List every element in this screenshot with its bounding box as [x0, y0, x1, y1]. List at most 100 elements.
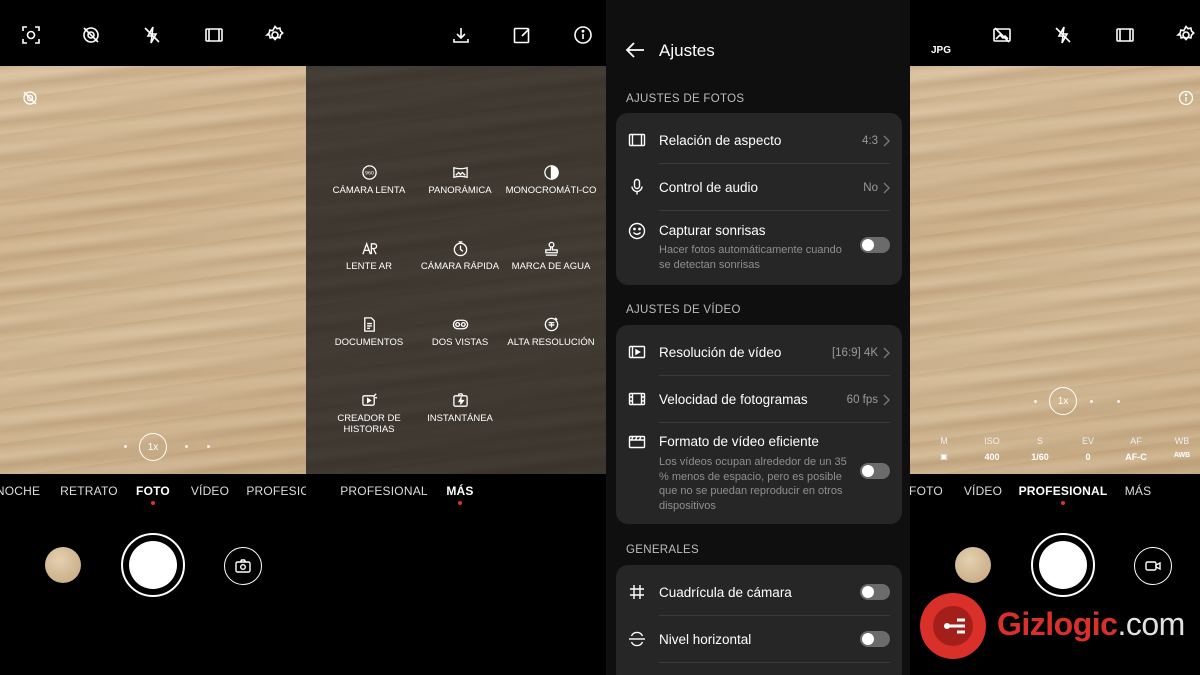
efficient-description: Los vídeos ocupan alrededor de un 35 % m…	[659, 456, 847, 512]
row-frame-rate[interactable]: Velocidad de fotogramas 60 fps	[616, 376, 902, 422]
zoom-button[interactable]: 1x	[139, 433, 167, 461]
photo-filter-icon[interactable]	[991, 24, 1013, 46]
panorama-icon	[452, 166, 468, 178]
gizlogic-logo-icon	[920, 593, 986, 659]
pro-param-iso[interactable]: ISO 400	[984, 436, 1000, 462]
aspect-ratio-icon[interactable]	[203, 24, 225, 46]
ar-lens-icon	[361, 241, 377, 254]
aspect-ratio-icon[interactable]	[1114, 24, 1136, 46]
mode-video[interactable]: VÍDEO	[964, 484, 1002, 498]
row-aspect-ratio[interactable]: Relación de aspecto 4:3	[616, 113, 902, 163]
more-modes-screen: 960 CÁMARA LENTA PANORÁMICA MONOCROMÁTI-…	[306, 0, 606, 675]
smile-toggle[interactable]	[860, 237, 890, 253]
horizontal-level-toggle[interactable]	[860, 631, 890, 647]
gallery-thumbnail[interactable]	[955, 547, 991, 583]
active-mode-dot	[458, 501, 462, 505]
monochrome-icon	[543, 164, 559, 180]
edit-icon[interactable]	[511, 24, 533, 46]
motion-photo-off-icon[interactable]	[80, 24, 102, 46]
flash-off-icon[interactable]	[1052, 24, 1074, 46]
more-top-bar	[306, 0, 606, 66]
grid-hash-icon	[628, 583, 646, 601]
ai-scene-icon[interactable]	[20, 24, 42, 46]
mode-lente-ar[interactable]: LENTE AR	[319, 238, 419, 272]
chevron-right-icon	[883, 182, 890, 194]
high-res-icon	[544, 316, 558, 331]
active-mode-dot	[1061, 501, 1065, 505]
shutter-button[interactable]	[121, 533, 185, 597]
mode-panoramica[interactable]: PANORÁMICA	[410, 162, 510, 196]
pro-param-wb[interactable]: WB AWB	[1174, 436, 1190, 459]
mode-creador-de-historias[interactable]: CREADOR DE HISTORIAS	[319, 390, 419, 435]
camera-pro-screen: JPG 1x M ▣ ISO 400 S 1/60 EV 0 AF AF-C W…	[910, 0, 1200, 675]
back-arrow-icon[interactable]	[624, 40, 646, 60]
mode-marca-de-agua[interactable]: MARCA DE AGUA	[501, 238, 601, 272]
format-jpg-button[interactable]: JPG	[931, 45, 951, 56]
mode-monocromatico[interactable]: MONOCROMÁTI-CO	[501, 162, 601, 196]
pro-param-af[interactable]: AF AF-C	[1125, 436, 1147, 462]
mode-video[interactable]: VÍDEO	[191, 484, 229, 498]
mode-camara-lenta[interactable]: 960 CÁMARA LENTA	[319, 162, 419, 196]
settings-screen: Ajustes AJUSTES DE FOTOS Relación de asp…	[606, 0, 910, 675]
mode-mas[interactable]: MÁS	[446, 484, 473, 498]
mode-alta-resolucion[interactable]: ALTA RESOLUCIÓN	[501, 314, 601, 348]
horizontal-level-icon	[628, 630, 646, 648]
mode-foto[interactable]: FOTO	[136, 484, 170, 498]
mode-selector: NOCHE RETRATO FOTO VÍDEO PROFESIOEO	[0, 478, 306, 508]
pro-zoom-button[interactable]: 1x	[1049, 387, 1077, 415]
camera-top-bar	[0, 0, 306, 66]
switch-camera-button[interactable]	[224, 547, 262, 585]
pro-param-ev[interactable]: EV 0	[1082, 436, 1094, 462]
gallery-thumbnail[interactable]	[45, 547, 81, 583]
mode-noche[interactable]: NOCHE	[0, 484, 40, 498]
pro-param-shutter[interactable]: S 1/60	[1031, 436, 1049, 462]
info-icon[interactable]	[1178, 90, 1194, 106]
dual-view-icon	[452, 319, 468, 329]
mode-profesional-2[interactable]: PROFESIONAL	[340, 484, 428, 498]
download-icon[interactable]	[450, 24, 472, 46]
mode-profesional[interactable]: PROFESIONAL	[1019, 484, 1108, 498]
info-icon[interactable]	[572, 24, 594, 46]
mode-camara-rapida[interactable]: CÁMARA RÁPIDA	[410, 238, 510, 272]
chevron-right-icon	[883, 135, 890, 147]
viewfinder[interactable]: 1x	[0, 66, 306, 474]
smile-description: Hacer fotos automáticamente cuando se de…	[659, 244, 842, 271]
settings-gear-icon[interactable]	[1175, 24, 1197, 46]
chevron-right-icon	[883, 394, 890, 406]
gizlogic-watermark: Gizlogic.com	[915, 588, 1195, 668]
row-horizontal-level: Nivel horizontal	[616, 616, 902, 662]
slow-motion-icon: 960	[361, 164, 377, 180]
timelapse-icon	[453, 240, 467, 256]
smile-icon	[628, 222, 646, 240]
mode-selector-more: PROFESIONAL MÁS	[306, 478, 606, 508]
general-settings-card: Cuadrícula de cámara Nivel horizontal	[616, 565, 902, 675]
chevron-right-icon	[883, 347, 890, 359]
mode-documentos[interactable]: DOCUMENTOS	[319, 314, 419, 348]
mode-instantanea[interactable]: INSTANTÁNEA	[410, 390, 510, 424]
efficient-format-toggle[interactable]	[860, 463, 890, 479]
watermark-stamp-icon	[544, 241, 558, 256]
settings-header: Ajustes	[606, 30, 910, 70]
mode-dos-vistas[interactable]: DOS VISTAS	[410, 314, 510, 348]
pro-mode-selector: FOTO VÍDEO PROFESIONAL MÁS	[910, 478, 1200, 508]
mode-retrato[interactable]: RETRATO	[60, 484, 118, 498]
snapshot-icon	[452, 392, 468, 407]
pro-param-metering[interactable]: M ▣	[940, 436, 948, 461]
story-creator-icon	[361, 392, 377, 406]
mode-foto[interactable]: FOTO	[910, 484, 943, 498]
gizlogic-brand-text: Gizlogic.com	[997, 606, 1185, 642]
flash-off-icon[interactable]	[141, 24, 163, 46]
efficient-video-icon	[628, 433, 646, 451]
video-camera-icon	[1145, 561, 1161, 571]
settings-gear-icon[interactable]	[264, 24, 286, 46]
video-record-button[interactable]	[1134, 547, 1172, 585]
mode-profesional[interactable]: PROFESIOEO	[246, 484, 306, 498]
film-strip-icon	[628, 390, 646, 408]
row-video-resolution[interactable]: Resolución de vídeo [16:9] 4K	[616, 325, 902, 375]
pro-viewfinder[interactable]: 1x M ▣ ISO 400 S 1/60 EV 0 AF AF-C WB AW…	[910, 66, 1200, 474]
section-video-settings: AJUSTES DE VÍDEO	[626, 304, 741, 316]
mode-mas[interactable]: MÁS	[1125, 484, 1152, 498]
camera-grid-toggle[interactable]	[860, 584, 890, 600]
video-resolution-icon	[628, 343, 646, 361]
row-audio-control[interactable]: Control de audio No	[616, 164, 902, 210]
